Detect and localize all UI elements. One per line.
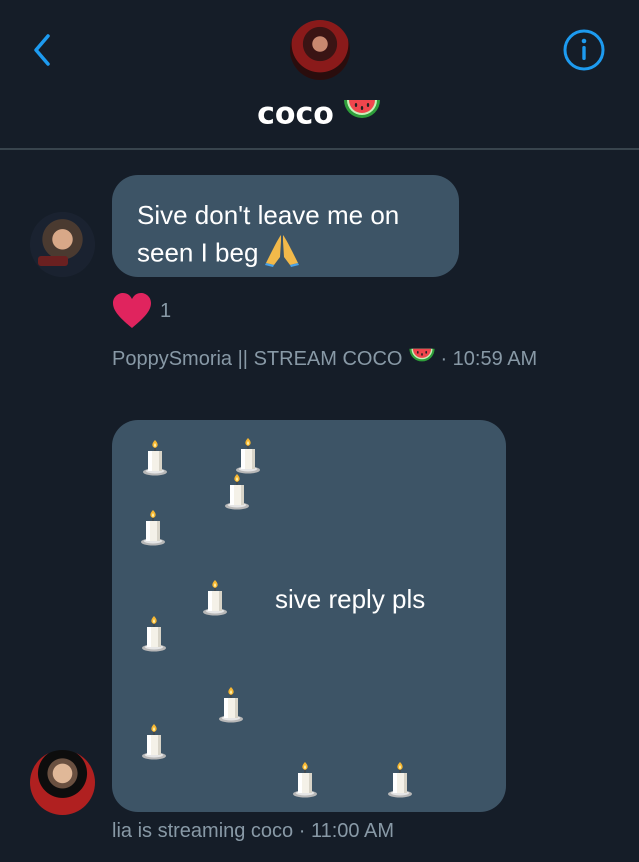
candle-icon <box>235 438 261 474</box>
chevron-left-icon[interactable] <box>24 30 64 70</box>
sender-avatar[interactable] <box>30 750 95 815</box>
candle-icon <box>218 687 244 723</box>
candle-icon <box>202 580 228 616</box>
watermelon-icon <box>408 346 436 373</box>
candle-icon <box>141 616 167 652</box>
sender-name: PoppySmoria || STREAM COCO <box>112 347 403 370</box>
message-meta: PoppySmoria || STREAM COCO · 10:59 AM <box>112 346 537 373</box>
heart-icon[interactable] <box>112 292 152 330</box>
watermelon-icon <box>342 96 382 134</box>
sender-name: lia is streaming coco <box>112 820 294 842</box>
sender-avatar[interactable] <box>30 212 95 277</box>
timestamp: · 11:00 AM <box>298 820 394 842</box>
conversation-title: coco <box>0 96 639 134</box>
title-text: coco <box>257 96 334 132</box>
info-icon[interactable] <box>562 28 606 72</box>
candle-icon <box>292 762 318 798</box>
message-bubble[interactable]: Sive don't leave me on seen I beg <box>112 175 459 277</box>
conversation-avatar[interactable] <box>290 20 350 80</box>
candle-icon <box>140 510 166 546</box>
candle-icon <box>224 474 250 510</box>
candle-icon <box>141 724 167 760</box>
candle-icon <box>142 440 168 476</box>
message-meta: lia is streaming coco · 11:00 AM <box>112 820 394 843</box>
folded-hands-icon <box>264 233 300 276</box>
timestamp: · 10:59 AM <box>440 347 538 370</box>
conversation-header: coco <box>0 0 639 150</box>
message-bubble[interactable]: sive reply pls <box>112 420 506 812</box>
header-divider <box>0 148 639 150</box>
message-text-container: Sive don't leave me on seen I beg <box>137 197 437 276</box>
candle-icon <box>387 762 413 798</box>
message-text: sive reply pls <box>275 584 426 614</box>
reaction-count: 1 <box>160 300 172 322</box>
